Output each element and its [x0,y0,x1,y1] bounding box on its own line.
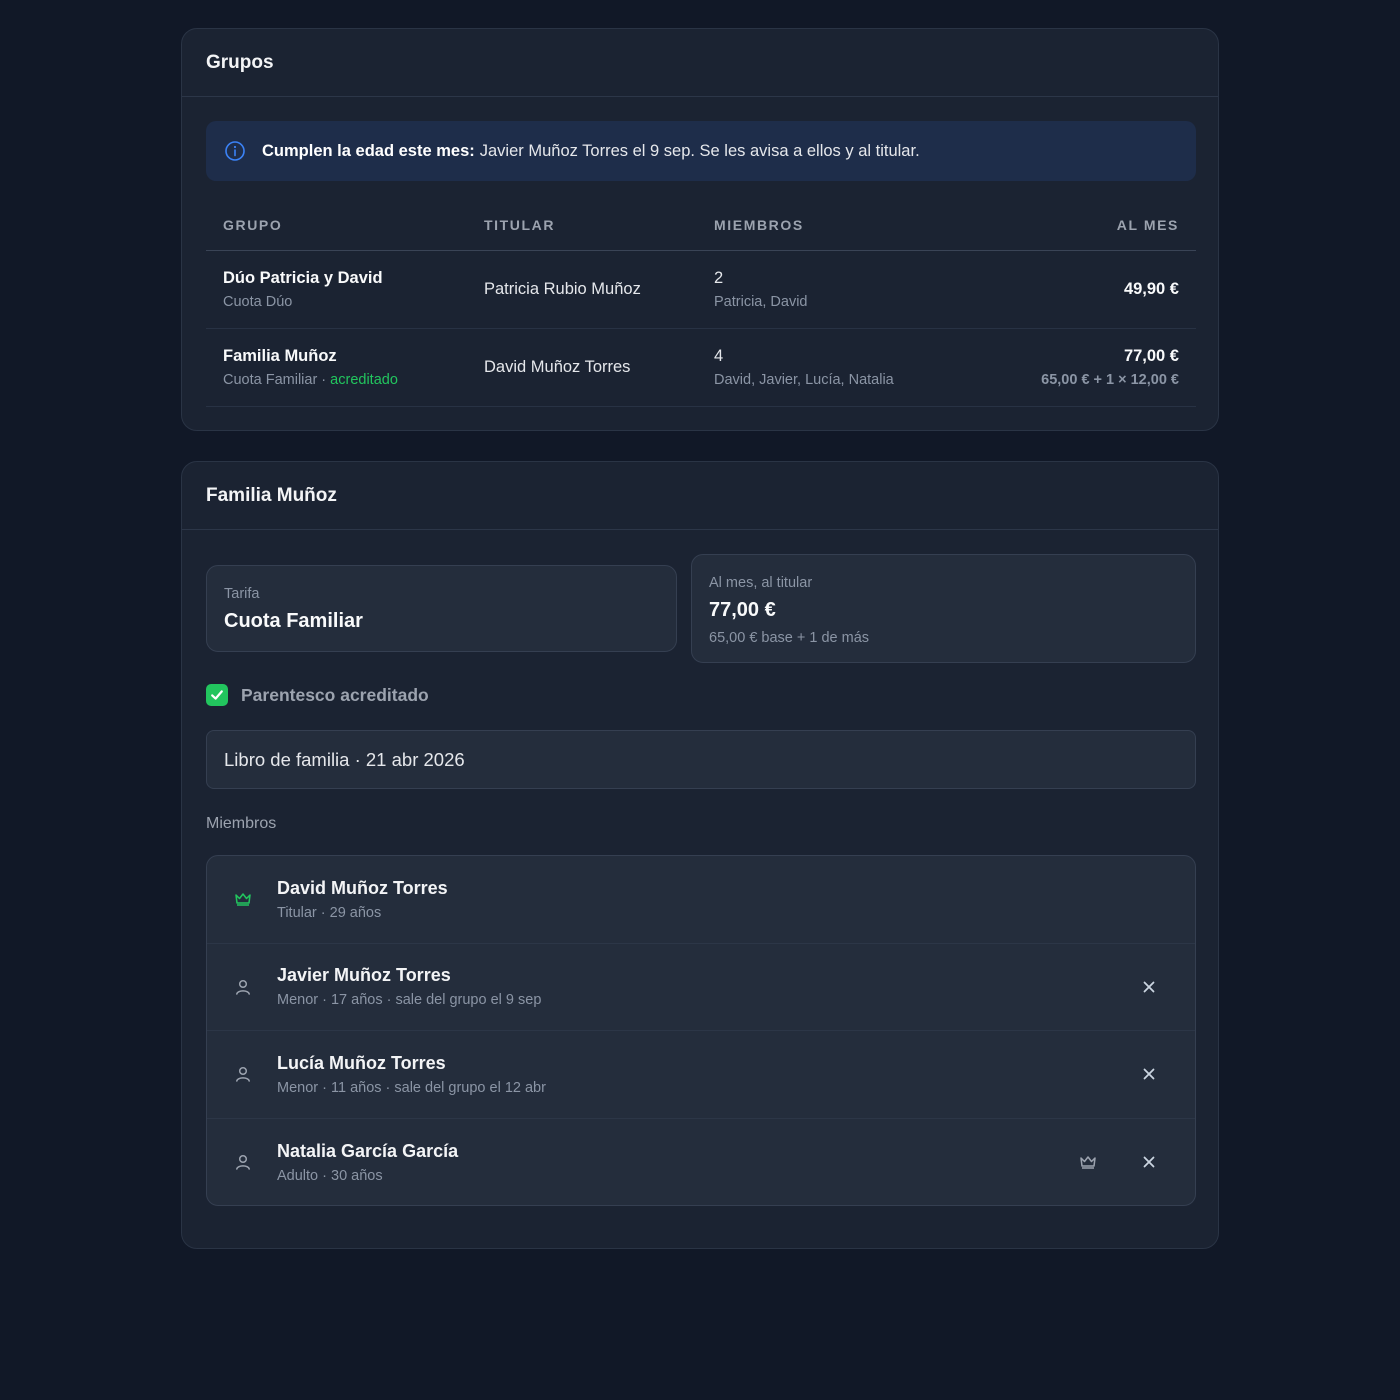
monthly-amount: 77,00 € [1123,346,1179,365]
user-icon [232,1151,254,1173]
tarifa-label: Tarifa [224,586,260,602]
kinship-label: Parentesco acreditado [241,684,429,705]
group-name: Familia Muñoz [223,346,337,365]
group-plan-separator: · [317,371,331,388]
member-name: David Muñoz Torres [277,877,448,898]
groups-card: Grupos Cumplen la edad este mes: Javier … [181,28,1219,431]
member-text: David Muñoz Torres Titular · 29 años [277,878,448,921]
close-icon [1143,1068,1155,1080]
group-plan: Cuota Familiar · acreditado [223,372,484,388]
column-header-al-mes: AL MES [1004,201,1196,251]
member-name: Javier Muñoz Torres [277,965,451,986]
table-row[interactable]: Dúo Patricia y David Cuota Dúo Patricia … [206,250,1196,329]
member-name: Natalia García García [277,1140,459,1161]
column-header-grupo: GRUPO [206,201,484,251]
column-header-miembros: MIEMBROS [714,201,1004,251]
group-plan: Cuota Dúo [223,294,484,310]
monthly-detail: 65,00 € base + 1 de más [709,630,870,646]
group-plan-name: Cuota Dúo [223,293,293,310]
remove-member-button[interactable] [1137,975,1161,999]
member-text: Javier Muñoz Torres Menor · 17 años · sa… [277,965,541,1008]
groups-table: GRUPO TITULAR MIEMBROS AL MES Dúo Patric… [206,201,1196,407]
member-text: Natalia García García Adulto · 30 años [277,1141,458,1184]
member-detail: Menor · 17 años · sale del grupo el 9 se… [277,992,542,1009]
banner-text: Javier Muñoz Torres el 9 sep. Se les avi… [479,141,920,160]
tarifa-value: Cuota Familiar [224,610,363,632]
monthly-amount: 49,90 € [1123,279,1179,298]
monthly-tile: Al mes, al titular 77,00 € 65,00 € base … [691,554,1196,663]
table-header-row: GRUPO TITULAR MIEMBROS AL MES [206,201,1196,251]
monthly-value: 77,00 € [709,599,776,621]
remove-member-button[interactable] [1137,1150,1161,1174]
user-icon [232,1063,254,1085]
members-count: 4 [714,346,724,365]
members-cell: 4 David, Javier, Lucía, Natalia [714,328,1004,407]
member-text: Lucía Muñoz Torres Menor · 11 años · sal… [277,1053,546,1096]
members-list: David Muñoz Torres Titular · 29 años Jav… [206,855,1196,1206]
members-count: 2 [714,268,724,287]
member-detail: Adulto · 30 años [277,1167,383,1184]
member-name: Lucía Muñoz Torres [277,1052,446,1073]
group-cell: Familia Muñoz Cuota Familiar · acreditad… [206,328,484,407]
list-item: Javier Muñoz Torres Menor · 17 años · sa… [207,944,1195,1031]
make-holder-button[interactable] [1076,1150,1100,1174]
list-item: Lucía Muñoz Torres Menor · 11 años · sal… [207,1031,1195,1119]
banner-bold-text: Cumplen la edad este mes: [262,141,475,160]
table-row[interactable]: Familia Muñoz Cuota Familiar · acreditad… [206,328,1196,407]
accredited-status: acreditado [330,371,398,388]
monthly-cell: 49,90 € [1004,250,1196,329]
holder-cell: Patricia Rubio Muñoz [484,250,714,329]
close-icon [1143,1156,1155,1168]
crown-icon [1080,1156,1096,1169]
group-name: Dúo Patricia y David [223,268,383,287]
user-icon [232,976,254,998]
monthly-detail: 65,00 € + 1 × 12,00 € [1041,371,1179,388]
kinship-checkbox-row[interactable]: Parentesco acreditado [206,684,429,706]
list-item: Natalia García García Adulto · 30 años [207,1119,1195,1206]
birthday-info-banner: Cumplen la edad este mes: Javier Muñoz T… [206,121,1196,181]
holder-cell: David Muñoz Torres [484,328,714,407]
group-plan-name: Cuota Familiar [223,371,318,388]
group-cell: Dúo Patricia y David Cuota Dúo [206,250,484,329]
close-icon [1143,981,1155,993]
kinship-document-field[interactable]: Libro de familia · 21 abr 2026 [206,730,1196,789]
list-item: David Muñoz Torres Titular · 29 años [207,856,1195,944]
member-detail: Menor · 11 años · sale del grupo el 12 a… [277,1079,546,1096]
family-detail-card: Familia Muñoz Tarifa Cuota Familiar Al m… [181,461,1219,1249]
members-section-label: Miembros [206,815,277,832]
remove-member-button[interactable] [1137,1062,1161,1086]
groups-card-title: Grupos [182,29,1218,97]
column-header-titular: TITULAR [484,201,714,251]
tarifa-tile: Tarifa Cuota Familiar [206,565,677,652]
members-names: David, Javier, Lucía, Natalia [714,371,894,388]
monthly-label: Al mes, al titular [709,575,813,591]
kinship-checkbox[interactable] [206,684,228,706]
crown-icon [232,888,254,910]
members-names: Patricia, David [714,293,808,310]
monthly-cell: 77,00 € 65,00 € + 1 × 12,00 € [1004,328,1196,407]
family-card-title: Familia Muñoz [182,462,1218,530]
members-cell: 2 Patricia, David [714,250,1004,329]
member-detail: Titular · 29 años [277,904,382,921]
info-icon [224,140,246,162]
